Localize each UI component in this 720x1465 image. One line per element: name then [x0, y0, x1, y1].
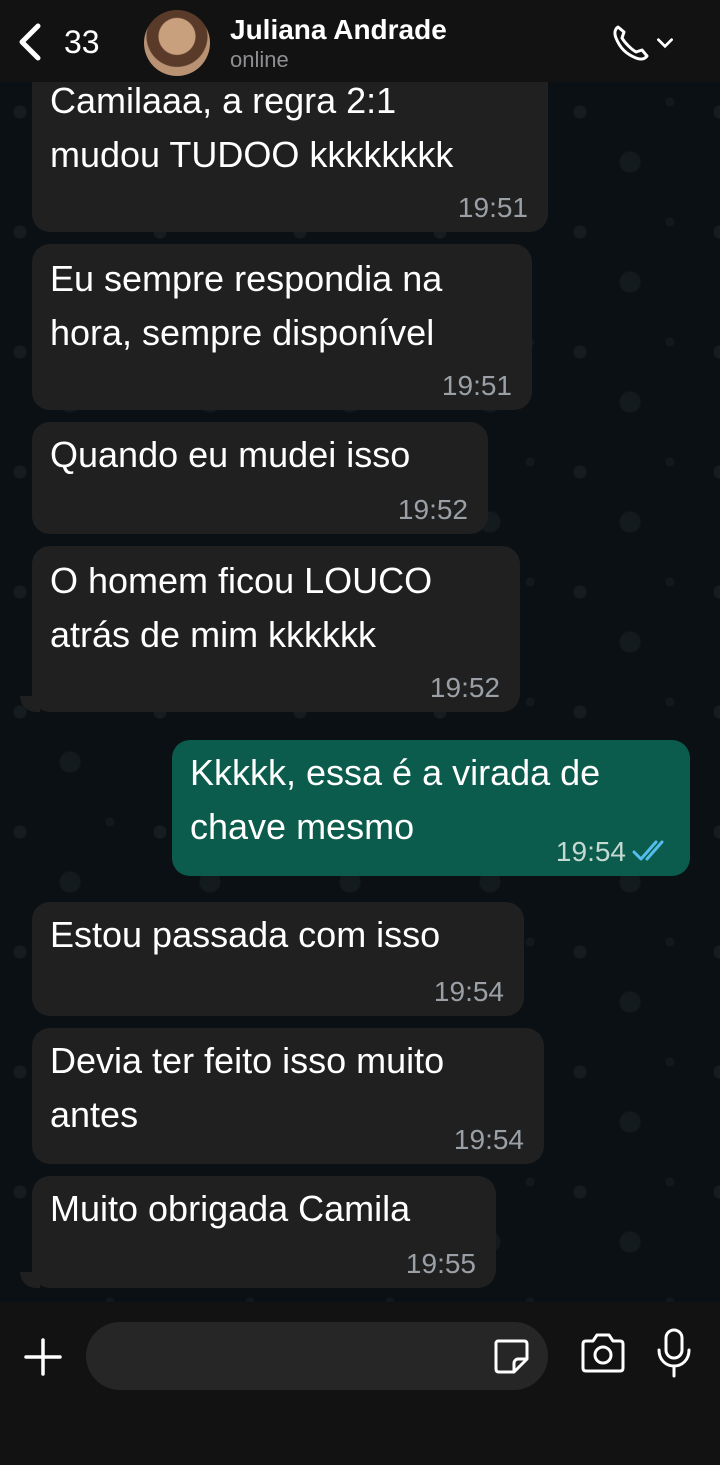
message-text: Devia ter feito isso muito antes — [50, 1040, 445, 1135]
message-bubble-incoming[interactable]: O homem ficou LOUCO atrás de mim kkkkkk … — [32, 546, 520, 712]
contact-status: online — [230, 47, 289, 72]
message-bubble-incoming[interactable]: Muito obrigada Camila 19:55 — [32, 1176, 496, 1288]
plus-icon[interactable] — [20, 1334, 66, 1380]
message-time: 19:54 — [433, 976, 504, 1007]
message-text: Eu sempre respondia na hora, sempre disp… — [50, 258, 443, 353]
chevron-down-icon — [657, 38, 673, 49]
chevron-left-icon — [19, 23, 41, 61]
double-check-read-icon — [632, 840, 664, 861]
unread-count: 33 — [64, 23, 100, 60]
message-time: 19:54 — [555, 836, 626, 867]
message-text: Quando eu mudei isso — [50, 434, 411, 475]
message-bubble-incoming[interactable]: Camilaaa, a regra 2:1 mudou TUDOO kkkkkk… — [32, 60, 548, 232]
chat-header: 33 Juliana Andrade online — [0, 0, 720, 82]
message-text: Camilaaa, a regra 2:1 mudou TUDOO kkkkkk… — [50, 80, 454, 175]
message-bubble-incoming[interactable]: Eu sempre respondia na hora, sempre disp… — [32, 244, 532, 410]
sticker-icon[interactable] — [490, 1335, 532, 1377]
phone-icon — [613, 25, 649, 61]
back-button[interactable]: 33 — [12, 20, 122, 64]
message-text: O homem ficou LOUCO atrás de mim kkkkkk — [50, 560, 433, 655]
message-text: Estou passada com isso — [50, 914, 441, 955]
message-bubble-incoming[interactable]: Devia ter feito isso muito antes 19:54 — [32, 1028, 544, 1164]
message-composer — [0, 1302, 720, 1465]
message-time: 19:55 — [405, 1248, 476, 1279]
microphone-icon[interactable] — [654, 1326, 694, 1380]
message-time: 19:51 — [457, 192, 528, 223]
message-text: Muito obrigada Camila — [50, 1188, 411, 1229]
message-bubble-incoming[interactable]: Quando eu mudei isso 19:52 — [32, 422, 488, 534]
message-time: 19:52 — [429, 672, 500, 703]
message-time: 19:54 — [453, 1124, 524, 1155]
message-bubble-incoming[interactable]: Estou passada com isso 19:54 — [32, 902, 524, 1016]
message-bubble-outgoing[interactable]: Kkkkk, essa é a virada de chave mesmo 19… — [172, 740, 690, 876]
message-input-box[interactable] — [86, 1322, 548, 1390]
contact-name[interactable]: Juliana Andrade — [230, 14, 447, 46]
message-time: 19:52 — [397, 494, 468, 525]
message-input[interactable] — [110, 1334, 474, 1380]
message-time: 19:51 — [441, 370, 512, 401]
camera-icon[interactable] — [578, 1330, 628, 1376]
message-text: Kkkkk, essa é a virada de chave mesmo — [190, 752, 601, 847]
call-button[interactable] — [608, 20, 680, 66]
contact-avatar[interactable] — [144, 10, 210, 76]
